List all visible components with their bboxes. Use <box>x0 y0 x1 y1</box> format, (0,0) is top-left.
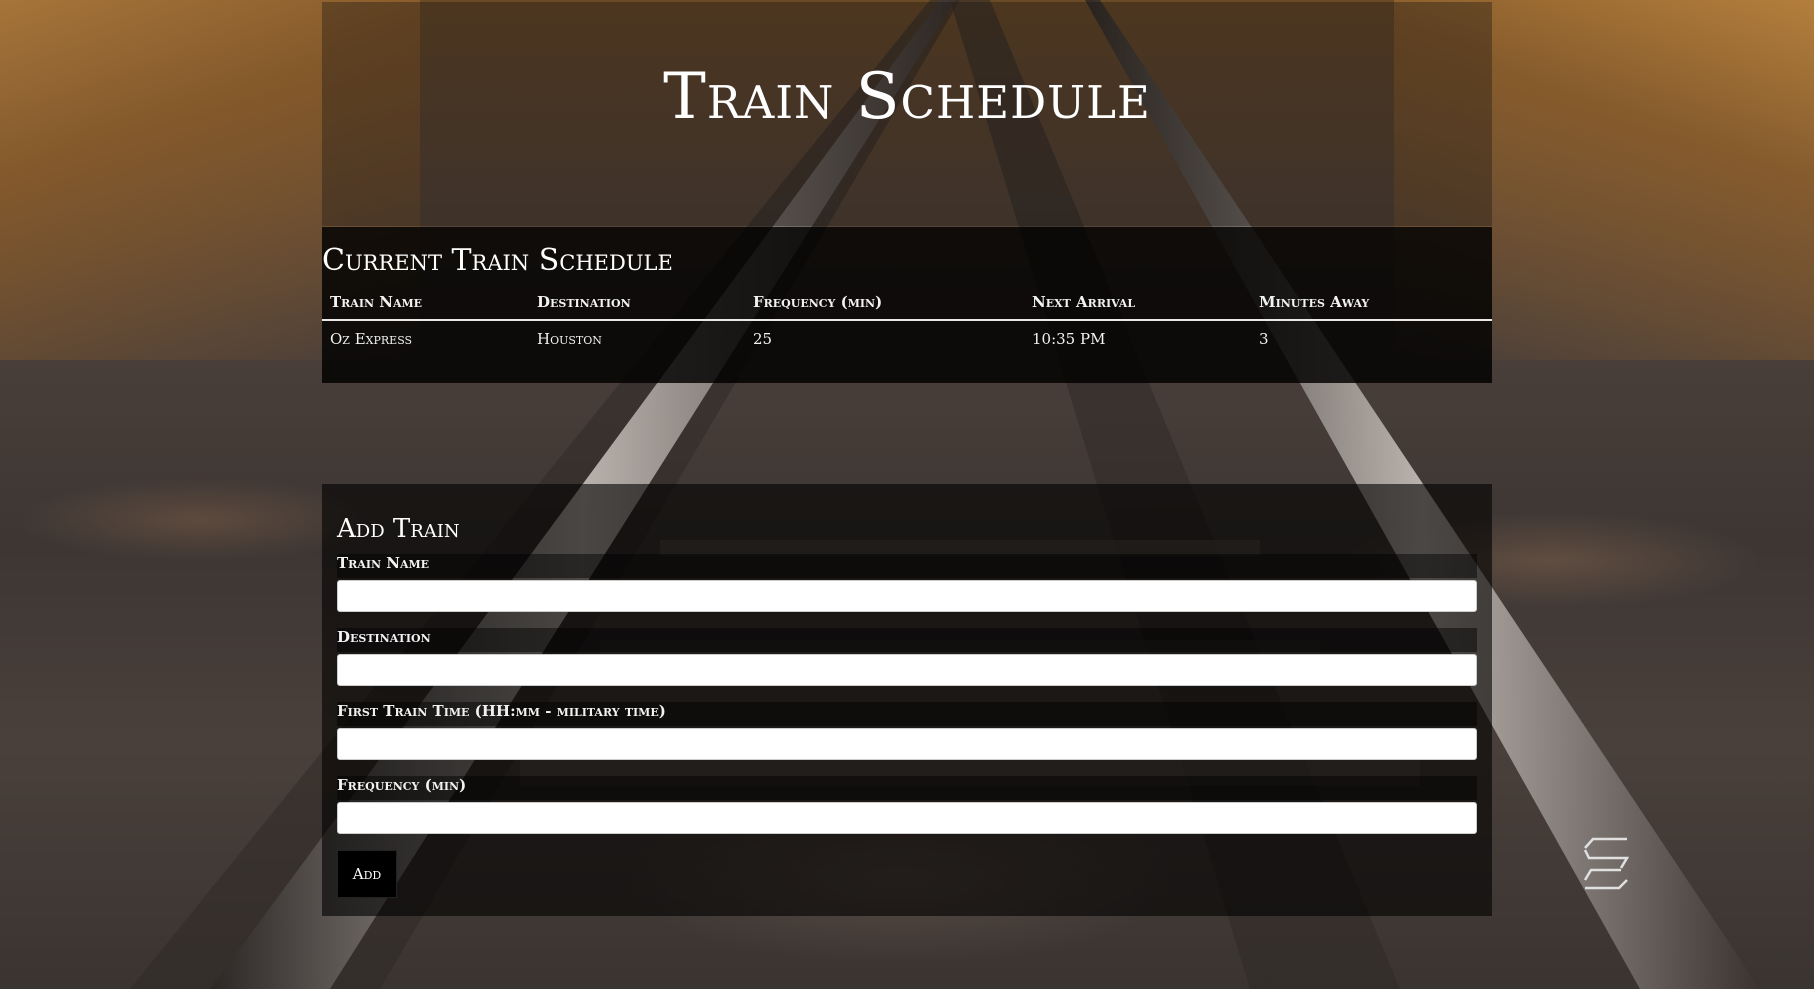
destination-label: Destination <box>337 628 1477 652</box>
column-header-minutes-away: Minutes Away <box>1251 293 1492 321</box>
schedule-table: Train Name Destination Frequency (min) N… <box>322 293 1492 357</box>
table-header-row: Train Name Destination Frequency (min) N… <box>322 293 1492 321</box>
cell-destination: Houston <box>537 330 602 348</box>
schedule-heading: Current Train Schedule <box>322 243 673 278</box>
destination-input[interactable] <box>337 654 1477 686</box>
cell-train-name: Oz Express <box>330 330 413 348</box>
column-header-frequency: Frequency (min) <box>745 293 1024 321</box>
column-header-train-name: Train Name <box>322 293 529 321</box>
cell-next-arrival: 10:35 PM <box>1032 330 1106 348</box>
column-header-destination: Destination <box>529 293 745 321</box>
train-name-label: Train Name <box>337 554 1477 578</box>
page-title: Train Schedule <box>663 60 1151 134</box>
first-train-time-input[interactable] <box>337 728 1477 760</box>
schedule-panel: Current Train Schedule Train Name Destin… <box>322 227 1492 383</box>
add-train-button[interactable]: Add <box>337 850 397 898</box>
first-train-time-label: First Train Time (HH:mm - military time) <box>337 702 1477 726</box>
cell-frequency: 25 <box>753 330 773 348</box>
column-header-next-arrival: Next Arrival <box>1024 293 1251 321</box>
frequency-input[interactable] <box>337 802 1477 834</box>
cell-minutes-away: 3 <box>1259 330 1269 348</box>
stacked-s-logo-icon <box>1583 837 1629 890</box>
add-train-panel: Add Train Train Name Destination First T… <box>322 484 1492 916</box>
table-row: Oz Express Houston 25 10:35 PM 3 <box>322 320 1492 357</box>
header-banner: Train Schedule <box>322 2 1492 226</box>
frequency-label: Frequency (min) <box>337 776 1477 800</box>
add-train-heading: Add Train <box>337 514 460 544</box>
train-name-input[interactable] <box>337 580 1477 612</box>
